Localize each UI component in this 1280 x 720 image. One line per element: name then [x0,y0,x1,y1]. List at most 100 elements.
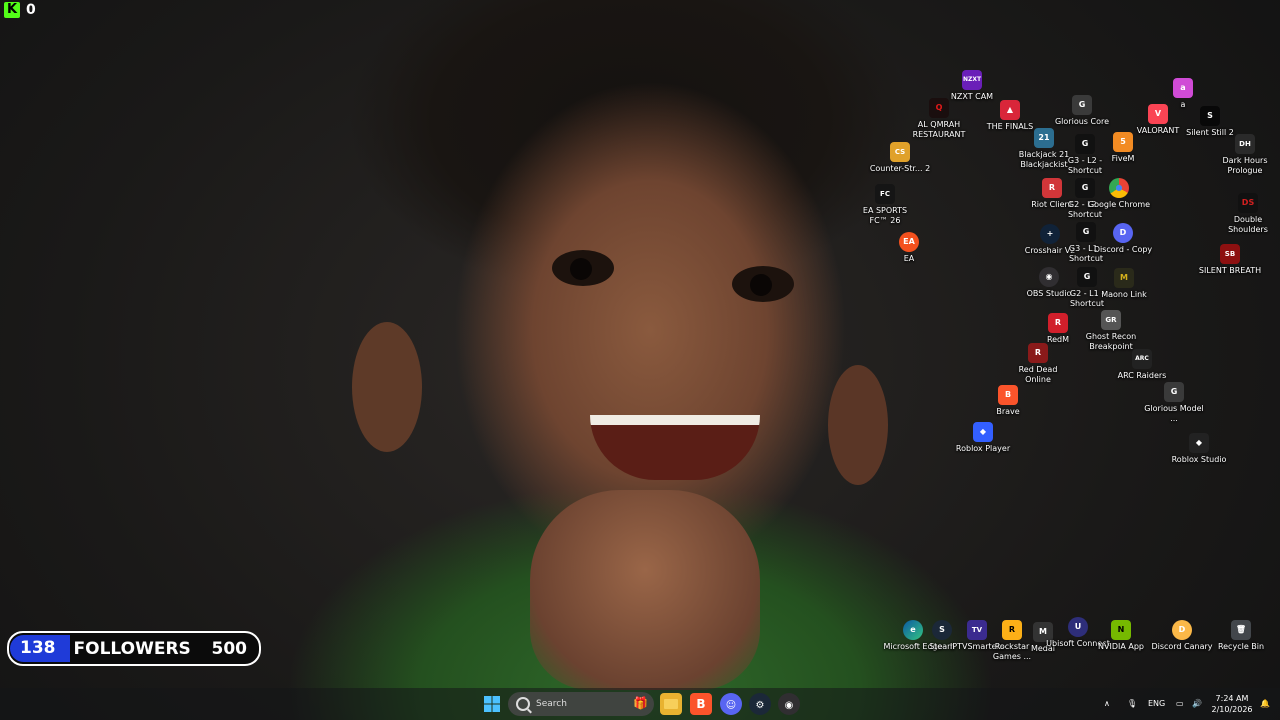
desktop-icon-alqmrah[interactable]: Q AL QMRAH RESTAURANT [907,98,971,140]
followers-goal: 500 [211,638,248,659]
brave-icon: B [696,697,706,711]
desktop-icon-doubleshoulders[interactable]: DS Double Shoulders [1216,193,1280,235]
desktop-icon-label: ARC Raiders [1117,371,1167,380]
network-icon[interactable]: ▭ [1176,688,1184,720]
desktop-icon-fivem[interactable]: 5 FiveM [1091,132,1155,164]
kick-logo-icon: K [4,2,20,18]
roblox-icon: ◆ [973,422,993,442]
wallpaper-hand [530,490,760,690]
show-hidden-icons-chevron[interactable]: ∧ [1104,688,1110,720]
desktop-icon-label: Recycle Bin [1217,642,1265,651]
desktop-icon-label: Roblox Studio [1171,455,1227,464]
wallpaper-smile [590,415,760,480]
desktop-icon-label: Google Chrome [1087,200,1151,209]
desktop-icon-label: Double Shoulders [1228,215,1268,234]
double-shoulders-icon: DS [1238,193,1258,213]
glorious-core-icon: G [1072,95,1092,115]
taskbar-search-box[interactable]: Search 🎁 [508,692,654,716]
desktop-icon-roblox[interactable]: ◆ Roblox Player [951,422,1015,454]
desktop-icon-label: NVIDIA App [1098,642,1144,651]
silent-still-icon: S [1200,106,1220,126]
shortcut-a-icon: a [1173,78,1193,98]
desktop-icon-ghostrecon[interactable]: GR Ghost Recon Breakpoint [1079,310,1143,352]
wallpaper-ear-left [352,322,422,452]
desktop-icon-nvidia[interactable]: N NVIDIA App [1089,620,1153,652]
kick-viewer-count: 0 [26,2,36,18]
roblox-studio-icon: ◆ [1189,433,1209,453]
desktop-icon-label: Dark Hours Prologue [1222,156,1268,175]
desktop-icon-counterstrike[interactable]: CS Counter-Str... 2 [868,142,932,174]
followers-goal-bar: 138 FOLLOWERS 500 [7,631,261,666]
desktop-icon-label: Roblox Player [955,444,1011,453]
windows-icon [484,696,500,712]
the-finals-icon: ▲ [1000,100,1020,120]
ghost-recon-icon: GR [1101,310,1121,330]
desktop-icon-brave[interactable]: B Brave [976,385,1040,417]
desktop-icon-darkhours[interactable]: DH Dark Hours Prologue [1213,134,1277,176]
redm-icon: R [1048,313,1068,333]
followers-current: 138 [10,635,70,662]
desktop-icon-gloriousmodel[interactable]: G Glorious Model ... [1142,382,1206,424]
folder-icon [664,699,678,709]
search-placeholder: Search [536,699,567,709]
desktop-icon-robloxstudio[interactable]: ◆ Roblox Studio [1167,433,1231,465]
desktop-icon-label: Discord Canary [1151,642,1213,651]
arc-raiders-icon: ARC [1132,349,1152,369]
desktop-icon-maono[interactable]: M Maono Link [1092,268,1156,300]
desktop-icon-discordcanary[interactable]: D Discord Canary [1150,620,1214,652]
taskbar-brave[interactable]: B [690,693,712,715]
language-indicator[interactable]: ENG [1148,688,1165,720]
microphone-icon[interactable]: 🎙 [1127,688,1137,720]
taskbar-discord[interactable]: ☺ [720,693,742,715]
ea-sports-fc-icon: FC [875,184,895,204]
desktop-icon-recyclebin[interactable]: 🗑 Recycle Bin [1209,620,1273,652]
taskbar-obs[interactable]: ◉ [778,693,800,715]
desktop-icon-label: AL QMRAH RESTAURANT [912,120,966,139]
volume-icon[interactable]: 🔊 [1192,688,1202,720]
ea-app-icon: EA [899,232,919,252]
desktop-icon-label: Counter-Str... 2 [869,164,931,173]
search-highlight-icon: 🎁 [633,696,648,710]
desktop-icon-reddead[interactable]: R Red Dead Online [1006,343,1070,385]
desktop-icon-label: Glorious Core [1054,117,1110,126]
taskbar-steam[interactable]: ⚙ [749,693,771,715]
dark-hours-icon: DH [1235,134,1255,154]
maono-link-icon: M [1114,268,1134,288]
kick-counter-overlay: K 0 [4,2,36,18]
wallpaper-eye-left [552,250,614,286]
start-button[interactable] [481,693,503,715]
ubisoft-connect-icon: U [1068,617,1088,637]
desktop-icon-discordcopy[interactable]: D Discord - Copy [1091,223,1155,255]
desktop-icon-gloriouscore[interactable]: G Glorious Core [1050,95,1114,127]
desktop-icon-arcraiders[interactable]: ARC ARC Raiders [1110,349,1174,381]
blackjack-icon: 21 [1034,128,1054,148]
desktop-icon-chrome[interactable]: ● Google Chrome [1087,178,1151,210]
desktop-icon-easports[interactable]: FC EA SPORTS FC™ 26 [853,184,917,226]
nzxt-cam-icon: NZXT [962,70,982,90]
clock-date: 2/10/2026 [1211,705,1253,714]
steam-icon: ⚙ [755,700,765,711]
discord-icon: ☺ [725,700,737,711]
desktop-icon-silentbreath[interactable]: SB SILENT BREATH [1198,244,1262,276]
notification-bell-icon[interactable]: 🔔 [1260,688,1270,720]
obs-icon: ◉ [784,700,794,711]
desktop-icon-label: Discord - Copy [1093,245,1153,254]
desktop-icon-label: Red Dead Online [1018,365,1058,384]
desktop-icon-label: Glorious Model ... [1144,404,1204,423]
taskbar: Search 🎁 B ☺ ⚙ ◉ ∧ 🎙 ENG ▭ 🔊 7:24 AM 2/1… [0,688,1280,720]
desktop-icon-label: Brave [996,407,1020,416]
taskbar-file-explorer[interactable] [660,693,682,715]
taskbar-clock[interactable]: 7:24 AM 2/10/2026 [1206,693,1258,715]
red-dead-online-icon: R [1028,343,1048,363]
fivem-icon: 5 [1113,132,1133,152]
silent-breath-icon: SB [1220,244,1240,264]
nvidia-app-icon: N [1111,620,1131,640]
clock-time: 7:24 AM [1215,694,1249,703]
wallpaper-ear-right [828,365,888,485]
desktop-icon-ea[interactable]: EA EA [877,232,941,264]
glorious-model-icon: G [1164,382,1184,402]
desktop-icon-label: SILENT BREATH [1198,266,1262,275]
recycle-bin-icon: 🗑 [1231,620,1251,640]
desktop-icon-label: FiveM [1111,154,1135,163]
search-icon [516,697,530,711]
